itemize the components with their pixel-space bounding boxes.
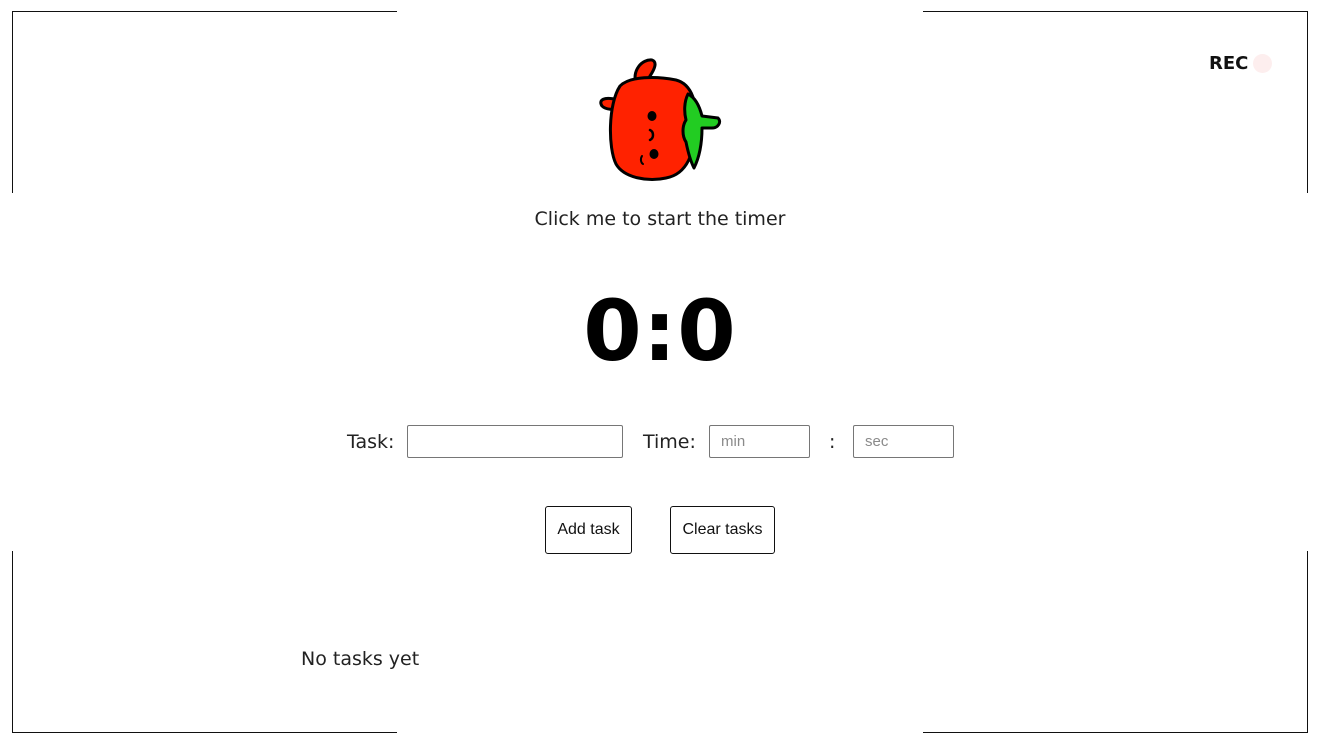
add-task-button[interactable]: Add task <box>545 506 632 554</box>
tomato-icon <box>599 58 722 181</box>
time-separator: : <box>829 431 836 453</box>
frame-corner-bottom-left <box>12 732 397 733</box>
clear-tasks-button[interactable]: Clear tasks <box>670 506 775 554</box>
recording-indicator: REC <box>1209 53 1273 74</box>
task-list-empty-message: No tasks yet <box>301 648 420 670</box>
viewfinder-stage: REC Click me to start the timer 0:0 Task… <box>0 0 1324 747</box>
recording-label: REC <box>1209 53 1249 74</box>
frame-corner-top-left <box>12 11 397 12</box>
frame-corner-top-right <box>1307 11 1308 193</box>
time-label: Time: <box>643 431 696 453</box>
timer-display: 0:0 <box>583 282 737 380</box>
frame-corner-bottom-right <box>1307 551 1308 733</box>
start-timer-hint: Click me to start the timer <box>534 208 786 230</box>
task-input[interactable] <box>407 425 623 458</box>
task-label: Task: <box>347 431 395 453</box>
tomato-timer-button[interactable] <box>596 56 724 182</box>
minutes-input[interactable] <box>709 425 810 458</box>
frame-corner-bottom-left <box>12 551 13 733</box>
seconds-input[interactable] <box>853 425 954 458</box>
recording-dot-icon <box>1253 54 1273 73</box>
frame-corner-bottom-right <box>923 732 1308 733</box>
frame-corner-top-right <box>923 11 1308 12</box>
frame-corner-top-left <box>12 11 13 193</box>
